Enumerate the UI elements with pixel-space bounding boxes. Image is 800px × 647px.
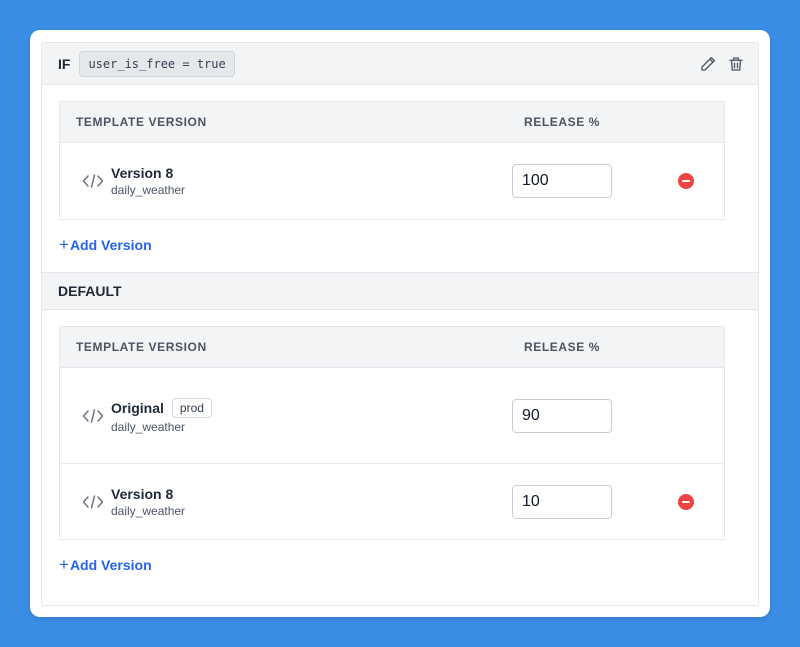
default-header: DEFAULT (42, 272, 758, 310)
minus-icon (682, 500, 690, 503)
code-icon (82, 408, 104, 423)
table-header: TEMPLATE VERSION RELEASE % (60, 102, 724, 143)
if-section: TEMPLATE VERSION RELEASE % Version 8 dai… (42, 85, 758, 255)
version-name: Version 8 (111, 486, 185, 502)
minus-icon (682, 180, 690, 182)
table-row: Original prod daily_weather (60, 368, 724, 463)
code-icon (82, 494, 104, 509)
table-row: Version 8 daily_weather (60, 463, 724, 539)
template-name: daily_weather (111, 419, 186, 434)
version-name: Original prod (111, 397, 212, 418)
remove-version-button[interactable] (678, 493, 694, 510)
rule-header: IF user_is_free = true (42, 43, 758, 85)
rules-panel: IF user_is_free = true TEMPLATE VERSION … (41, 42, 759, 606)
add-version-button[interactable]: + Add Version (59, 555, 152, 574)
rules-card: IF user_is_free = true TEMPLATE VERSION … (30, 30, 770, 617)
plus-icon: + (59, 555, 69, 574)
prod-badge: prod (171, 397, 212, 418)
version-name: Version 8 (111, 165, 185, 181)
release-percent-input[interactable] (512, 398, 612, 433)
add-version-label: Add Version (69, 557, 152, 573)
template-name: daily_weather (111, 183, 186, 197)
if-versions-table: TEMPLATE VERSION RELEASE % Version 8 dai… (59, 101, 725, 220)
table-row: Version 8 daily_weather (60, 143, 724, 219)
default-versions-table: TEMPLATE VERSION RELEASE % Original prod… (59, 326, 725, 540)
release-percent-input[interactable] (512, 164, 612, 198)
version-name-label: Version 8 (111, 485, 174, 502)
add-version-button[interactable]: + Add Version (59, 235, 152, 254)
column-release-percent: RELEASE % (523, 340, 601, 354)
pencil-icon[interactable] (698, 54, 718, 74)
version-info: Original prod daily_weather (111, 397, 212, 434)
column-template-version: TEMPLATE VERSION (76, 115, 207, 129)
table-header: TEMPLATE VERSION RELEASE % (60, 327, 724, 368)
code-icon (82, 174, 104, 188)
column-template-version: TEMPLATE VERSION (76, 340, 207, 354)
plus-icon: + (59, 235, 69, 254)
column-release-percent: RELEASE % (523, 115, 601, 129)
version-name-label: Version 8 (111, 165, 174, 181)
remove-version-button[interactable] (678, 173, 694, 189)
condition-code: user_is_free = true (79, 50, 235, 77)
version-info: Version 8 daily_weather (111, 165, 185, 197)
template-name: daily_weather (111, 503, 186, 518)
default-section: TEMPLATE VERSION RELEASE % Original prod… (42, 310, 758, 575)
add-version-label: Add Version (69, 237, 152, 253)
trash-icon[interactable] (726, 54, 746, 74)
rule-actions (698, 54, 746, 74)
release-percent-input[interactable] (512, 484, 612, 519)
version-name-label: Original (111, 399, 164, 416)
if-label: IF (58, 55, 71, 72)
version-info: Version 8 daily_weather (111, 486, 185, 518)
